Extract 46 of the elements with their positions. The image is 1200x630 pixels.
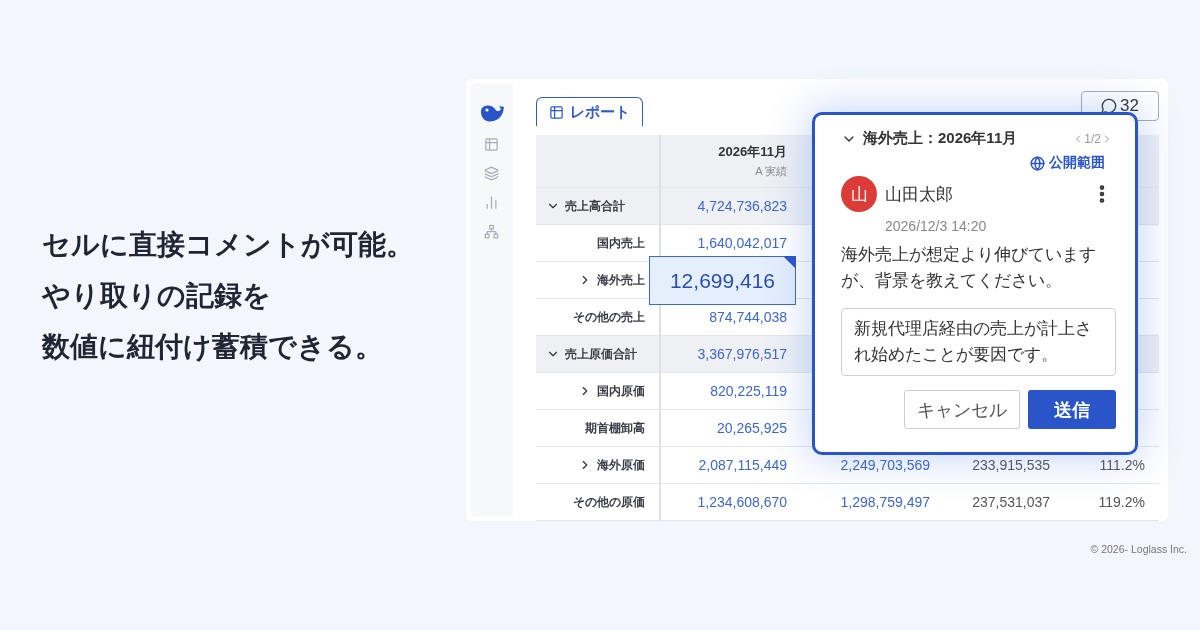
- value-link[interactable]: 820,225,119: [710, 383, 787, 399]
- cancel-button[interactable]: キャンセル: [904, 390, 1020, 429]
- popover-title: 海外売上：2026年11月: [863, 129, 1018, 148]
- row-label: 売上原価合計: [565, 345, 637, 363]
- column-scenario: A 実績: [755, 164, 787, 179]
- reply-field[interactable]: 新規代理店経由の売上が計上され始めたことが要因です。: [841, 308, 1116, 376]
- row-label: 海外売上: [597, 271, 645, 289]
- author-name: 山田太郎: [885, 183, 954, 206]
- table-cell: 233,915,535: [972, 457, 1050, 473]
- table-cell: 119.2%: [1098, 494, 1145, 510]
- row-label: 国内原価: [597, 382, 645, 400]
- value-link[interactable]: 4,724,736,823: [697, 198, 787, 214]
- comment-marker-icon: [783, 256, 796, 269]
- value-link[interactable]: 2,087,115,449: [698, 457, 787, 473]
- avatar: 山: [841, 176, 877, 212]
- row-label: 海外原価: [597, 456, 645, 474]
- report-tab[interactable]: レポート: [536, 97, 643, 126]
- column-period: 2026年11月: [718, 143, 787, 161]
- value-link[interactable]: 2,249,703,569: [840, 457, 930, 473]
- whale-logo-icon: [478, 103, 505, 123]
- table-icon: [549, 104, 564, 120]
- comment-time: 2026/12/3 14:20: [885, 218, 988, 234]
- value-link[interactable]: 3,367,976,517: [697, 346, 787, 362]
- visibility-link[interactable]: 公開範囲: [1049, 154, 1105, 172]
- selected-cell[interactable]: 12,699,416: [649, 256, 796, 305]
- table-cell: 111.2%: [1099, 457, 1145, 473]
- comment-icon: [1101, 98, 1118, 114]
- row-label: 売上高合計: [565, 197, 625, 215]
- value-link[interactable]: 874,744,038: [709, 309, 787, 325]
- table-cell: 237,531,037: [972, 494, 1050, 510]
- row-label: 期首棚卸高: [585, 419, 645, 437]
- headline: 数値に紐付け蓄積できる。: [42, 331, 384, 363]
- row-label: その他の売上: [573, 308, 645, 326]
- page-indicator: 1/2: [1084, 131, 1101, 146]
- value-link[interactable]: 1,298,759,497: [840, 494, 930, 510]
- value-link[interactable]: 20,265,925: [716, 420, 787, 436]
- value-link[interactable]: 1,640,042,017: [697, 235, 787, 251]
- headline: セルに直接コメントが可能。: [42, 229, 415, 261]
- headline: やり取りの記録を: [42, 280, 272, 312]
- row-label: 国内売上: [597, 234, 645, 252]
- comment-text: 海外売上が想定より伸びていますが、背景を教えてください。: [841, 244, 1097, 292]
- send-button[interactable]: 送信: [1028, 390, 1116, 429]
- row-label: その他の原価: [573, 493, 645, 511]
- value-link[interactable]: 1,234,608,670: [697, 494, 787, 510]
- globe-icon: [1030, 155, 1045, 171]
- copyright: © 2026- Loglass Inc.: [1090, 543, 1187, 555]
